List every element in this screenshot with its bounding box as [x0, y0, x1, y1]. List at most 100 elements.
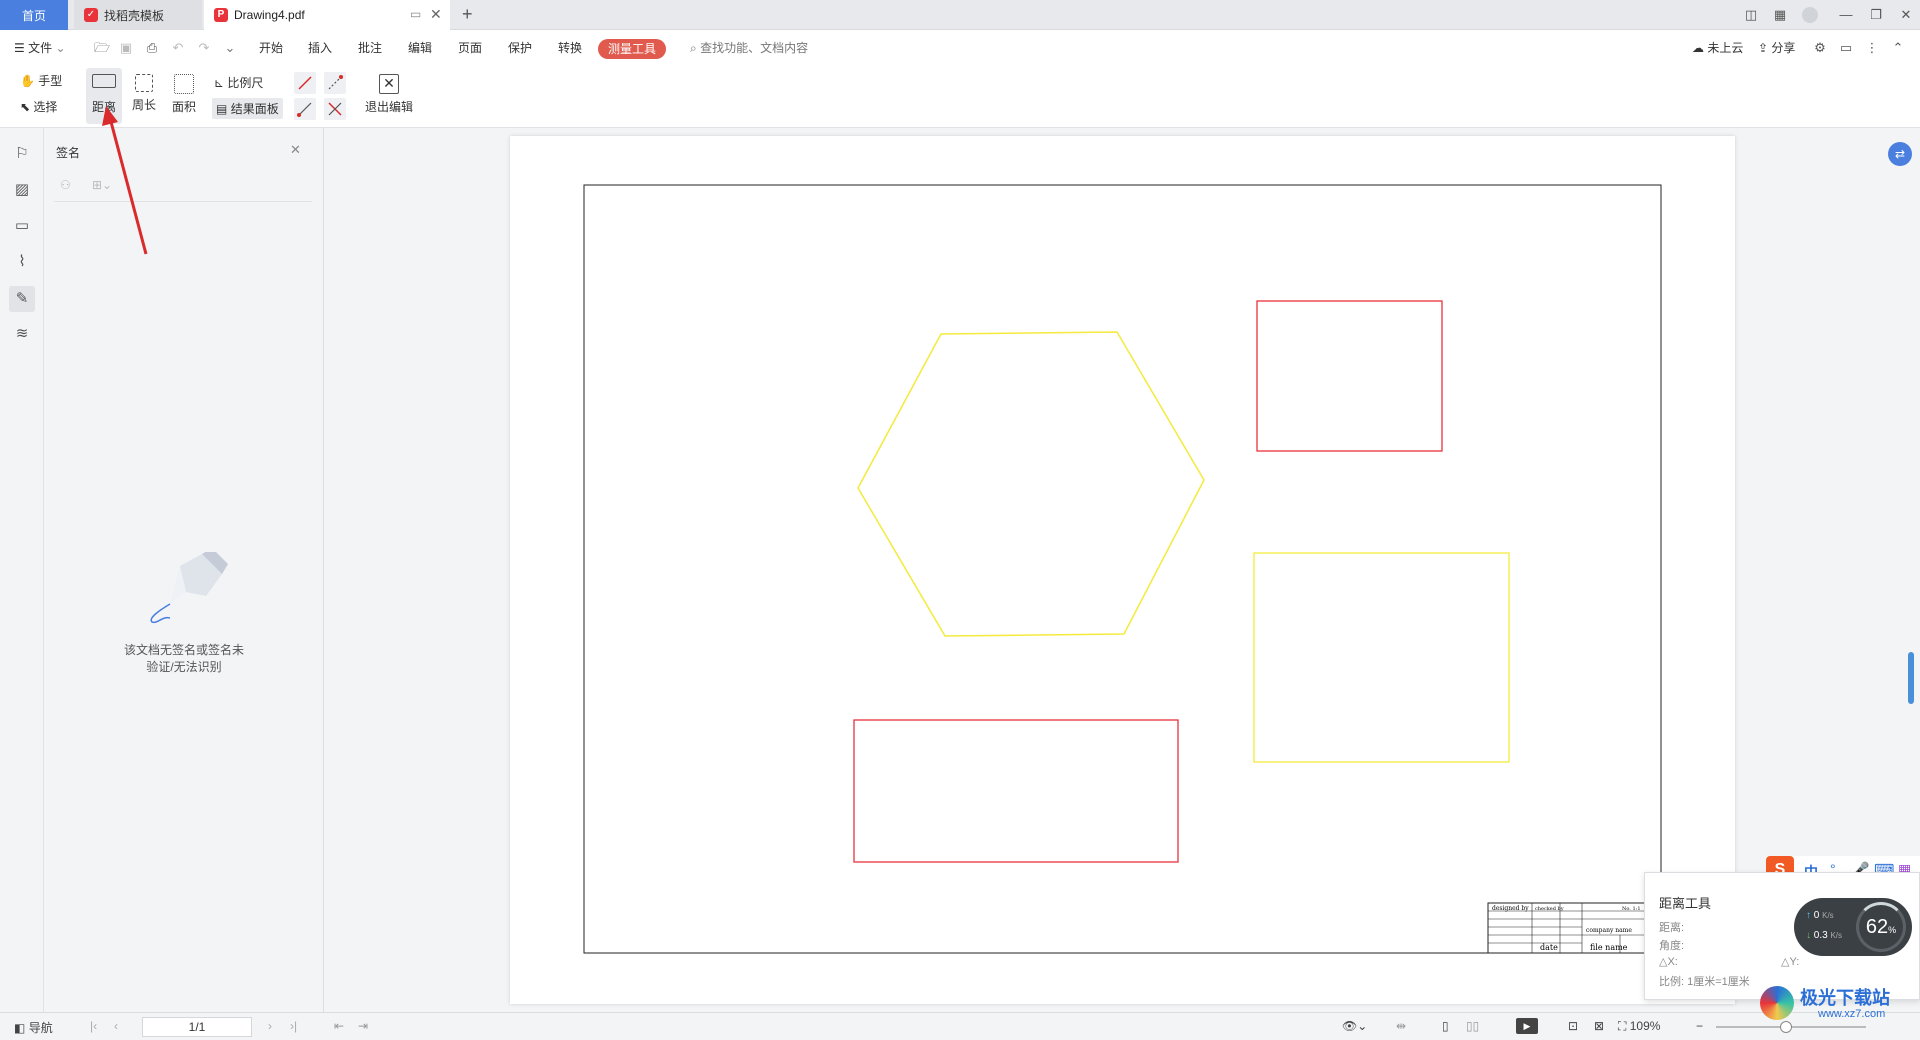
- double-page-icon[interactable]: ▯▯: [1466, 1019, 1479, 1033]
- redo-icon[interactable]: ↷: [196, 40, 212, 56]
- menu-insert[interactable]: 插入: [308, 39, 332, 56]
- minimize-icon[interactable]: —: [1838, 7, 1854, 23]
- share-icon: ⇪: [1758, 41, 1769, 55]
- comment-icon[interactable]: ▭: [12, 216, 32, 236]
- red-rectangle-top: [1256, 300, 1443, 452]
- undo-icon[interactable]: ↶: [170, 40, 186, 56]
- collapse-ribbon-icon[interactable]: ⌃: [1890, 40, 1906, 56]
- eye-protection-icon[interactable]: 👁⌄: [1342, 1019, 1367, 1033]
- signature-verify-icon[interactable]: ⚇: [60, 178, 71, 192]
- brand-logo-icon: [1760, 986, 1794, 1020]
- image-icon[interactable]: ▨: [12, 180, 32, 200]
- layers-icon[interactable]: ≋: [12, 324, 32, 344]
- hand-tool-button[interactable]: ✋ 手型: [20, 72, 62, 89]
- empty-state-text: 该文档无签名或签名未 验证/无法识别: [44, 642, 324, 676]
- nav-toggle[interactable]: ◧ 导航: [14, 1019, 53, 1036]
- scale-icon: ⊾: [214, 76, 225, 90]
- close-window-icon[interactable]: ✕: [1898, 7, 1914, 23]
- file-menu-label: 文件: [28, 41, 53, 55]
- single-page-icon[interactable]: ▯: [1442, 1019, 1449, 1033]
- save-icon[interactable]: ▣: [118, 40, 134, 56]
- zoom-label: 109%: [1629, 1019, 1661, 1033]
- exit-edit-button[interactable]: ✕ 退出编辑: [362, 74, 416, 115]
- more-icon[interactable]: ⋮: [1864, 40, 1880, 56]
- menu-start[interactable]: 开始: [259, 39, 283, 56]
- actual-size-icon[interactable]: ⊡: [1568, 1019, 1578, 1033]
- area-tool-button[interactable]: 面积: [170, 74, 198, 115]
- upload-arrow-icon: ↑: [1806, 910, 1811, 921]
- quick-access-dropdown-icon[interactable]: ⌄: [222, 40, 238, 56]
- rotate-left-icon[interactable]: ⇤: [334, 1019, 344, 1033]
- attachment-icon[interactable]: ⌇: [12, 252, 32, 272]
- share-label: 分享: [1771, 41, 1796, 55]
- hand-icon: ✋: [20, 74, 35, 88]
- first-page-icon[interactable]: |‹: [90, 1019, 97, 1033]
- drawing-frame: [583, 184, 1662, 954]
- measure-line-icon[interactable]: [294, 72, 316, 94]
- file-menu[interactable]: ☰ 文件 ⌄: [14, 39, 66, 56]
- next-page-icon[interactable]: ›: [268, 1019, 272, 1033]
- zoom-control[interactable]: ⛶ 109%: [1618, 1019, 1660, 1034]
- search-box[interactable]: ⌕ 查找功能、文档内容: [690, 39, 808, 56]
- avatar[interactable]: [1802, 7, 1818, 23]
- share-button[interactable]: ⇪ 分享: [1758, 39, 1795, 56]
- tb-date: date: [1540, 943, 1558, 952]
- download-speed: ↓ 0.3 K/s: [1806, 930, 1842, 941]
- tab-templates[interactable]: ✓ 找稻壳模板: [74, 0, 202, 30]
- zoom-icon: ⛶: [1618, 1019, 1627, 1033]
- measure-polyline-icon[interactable]: [324, 72, 346, 94]
- select-tool-button[interactable]: ⬉ 选择: [20, 98, 57, 115]
- last-page-icon[interactable]: ›|: [290, 1019, 297, 1033]
- pen-illustration-icon: [150, 552, 228, 624]
- menu-bar: ☰ 文件 ⌄ 🗁 ▣ ⎙ ↶ ↷ ⌄ 开始 插入 批注 编辑 页面 保护 转换 …: [0, 30, 1920, 66]
- measure-delete-icon[interactable]: [324, 98, 346, 120]
- search-placeholder: 查找功能、文档内容: [700, 41, 809, 55]
- pdf-page[interactable]: designed by checked by No. 1:1 company n…: [510, 136, 1735, 1004]
- fit-page-icon[interactable]: ⊠: [1594, 1019, 1604, 1033]
- yellow-hexagon: [857, 331, 1205, 637]
- zoom-out-icon[interactable]: −: [1696, 1019, 1703, 1033]
- signature-icon[interactable]: ✎: [9, 286, 35, 312]
- chevron-down-icon: ⌄: [55, 41, 66, 55]
- menu-convert[interactable]: 转换: [558, 39, 582, 56]
- print-icon[interactable]: ⎙: [144, 40, 160, 56]
- annotation-arrow: [102, 106, 148, 255]
- menu-page[interactable]: 页面: [458, 39, 482, 56]
- result-panel-button[interactable]: ▤ 结果面板: [212, 98, 283, 119]
- tab-home[interactable]: 首页: [0, 0, 68, 30]
- open-folder-icon[interactable]: 🗁: [94, 40, 110, 56]
- rotate-right-icon[interactable]: ⇥: [358, 1019, 368, 1033]
- cloud-status[interactable]: ☁ 未上云: [1692, 39, 1743, 56]
- side-rail: ⚐ ▨ ▭ ⌇ ✎ ≋: [0, 128, 44, 1012]
- menu-annotate[interactable]: 批注: [358, 39, 382, 56]
- cpu-gauge: 62%: [1856, 902, 1906, 952]
- play-icon[interactable]: ▶: [1516, 1018, 1538, 1034]
- bookmark-icon[interactable]: ⚐: [12, 144, 32, 164]
- fit-width-icon[interactable]: ⇹: [1396, 1019, 1406, 1033]
- search-icon: ⌕: [690, 41, 697, 55]
- tab-close-icon[interactable]: ✕: [430, 6, 442, 23]
- prev-page-icon[interactable]: ‹: [114, 1019, 118, 1033]
- layout-toggle-icon[interactable]: ◫: [1738, 7, 1764, 23]
- tab-measure-tools[interactable]: 测量工具: [598, 39, 666, 59]
- translate-float-icon[interactable]: ⇄: [1888, 142, 1912, 166]
- tab-pin-icon[interactable]: ▭: [410, 7, 421, 21]
- tab-document[interactable]: P Drawing4.pdf ▭ ✕: [204, 0, 450, 30]
- tab-home-label: 首页: [21, 8, 46, 23]
- signature-panel: 签名 ✕ ⚇ ⊞⌄ 该文档无签名或签名未 验证/无法识别: [44, 128, 324, 1012]
- page-number-input[interactable]: 1/1: [142, 1017, 252, 1037]
- feedback-icon[interactable]: ▭: [1838, 40, 1854, 56]
- tb-checked-by: checked by: [1535, 906, 1564, 912]
- result-panel-label: 结果面板: [230, 102, 279, 116]
- scale-button[interactable]: ⊾ 比例尺: [214, 74, 263, 91]
- restore-icon[interactable]: ❐: [1868, 7, 1884, 23]
- menu-edit[interactable]: 编辑: [408, 39, 432, 56]
- grid-apps-icon[interactable]: ▦: [1772, 7, 1788, 23]
- perimeter-icon: [135, 74, 153, 92]
- panel-close-icon[interactable]: ✕: [290, 142, 301, 158]
- tab-document-label: Drawing4.pdf: [234, 8, 305, 22]
- settings-icon[interactable]: ⚙: [1812, 40, 1828, 56]
- measure-angle-icon[interactable]: [294, 98, 316, 120]
- new-tab-icon[interactable]: +: [462, 4, 473, 25]
- menu-protect[interactable]: 保护: [508, 39, 532, 56]
